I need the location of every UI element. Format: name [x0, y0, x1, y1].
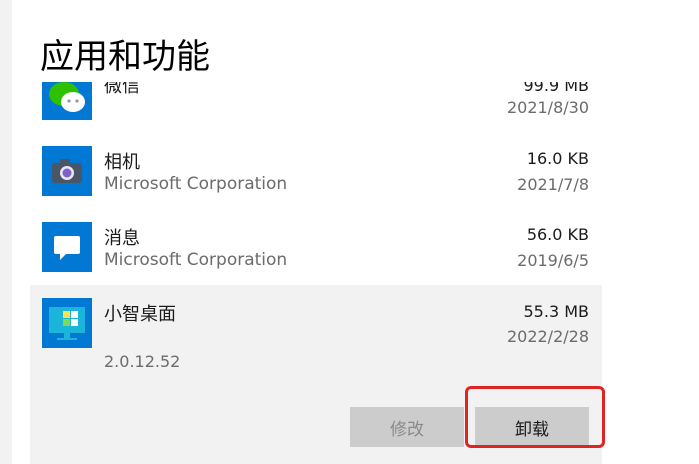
app-item-camera[interactable]: 相机 Microsoft Corporation 16.0 KB 2021/7/… [30, 134, 602, 210]
app-item-messages[interactable]: 消息 Microsoft Corporation 56.0 KB 2019/6/… [30, 210, 602, 286]
app-name: 相机 [104, 152, 140, 173]
app-name: 消息 [104, 228, 140, 249]
app-size: 16.0 KB [526, 149, 589, 168]
app-size: 56.0 KB [526, 225, 589, 244]
modify-button[interactable]: 修改 [350, 407, 464, 447]
app-publisher: Microsoft Corporation [104, 250, 288, 270]
camera-icon [42, 146, 92, 196]
app-install-date: 2021/7/8 [517, 175, 589, 194]
xiaozhi-desktop-icon [42, 298, 92, 348]
app-install-date: 2021/8/30 [506, 98, 589, 117]
app-publisher: Microsoft Corporation [104, 174, 288, 194]
app-version: 2.0.12.52 [104, 352, 181, 371]
app-name: 小智桌面 [104, 304, 176, 325]
app-install-date: 2019/6/5 [517, 251, 589, 270]
uninstall-highlight-box [465, 386, 605, 448]
app-size: 55.3 MB [523, 302, 590, 321]
message-icon [42, 222, 92, 272]
app-install-date: 2022/2/28 [506, 327, 589, 346]
page-title: 应用和功能 [40, 34, 220, 80]
left-edge-strip [0, 0, 12, 464]
